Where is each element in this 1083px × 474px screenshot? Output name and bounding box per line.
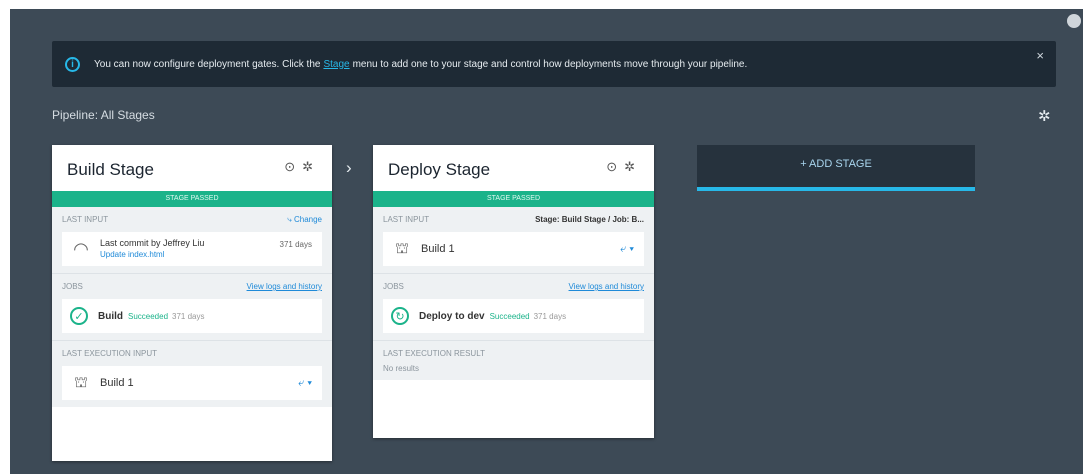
top-strip: [0, 0, 1083, 9]
deploy-stage-card: Deploy Stage ⊙✲ STAGE PASSED LAST INPUT …: [373, 145, 654, 438]
section-label: LAST INPUT: [62, 215, 109, 224]
commit-age: 371 days: [279, 240, 312, 249]
last-execution-section: LAST EXECUTION INPUT ⛫ Build 1 ⤶ ▾: [52, 341, 332, 407]
change-input-link[interactable]: ⤷ Change: [287, 215, 322, 225]
last-input-section: LAST INPUT Stage: Build Stage / Job: B..…: [373, 207, 654, 274]
commit-text: Last commit by Jeffrey Liu: [100, 238, 205, 248]
job-card[interactable]: ✓ Build Succeeded 371 days: [62, 299, 322, 333]
banner-text-before: You can now configure deployment gates. …: [94, 58, 321, 70]
commit-card[interactable]: ◠ Last commit by Jeffrey Liu Update inde…: [62, 232, 322, 266]
chevron-right-icon: ›: [346, 158, 352, 177]
build-card[interactable]: ⛫ Build 1 ⤶ ▾: [62, 366, 322, 400]
jobs-section: JOBS View logs and history ✓ Build Succe…: [52, 274, 332, 341]
job-age: 371 days: [533, 311, 567, 321]
stage-title: Deploy Stage: [388, 160, 491, 179]
job-card[interactable]: ↻ Deploy to dev Succeeded 371 days: [383, 299, 644, 333]
job-status: Succeeded: [489, 311, 530, 321]
stage-actions: ⊙✲: [606, 159, 642, 175]
gear-icon[interactable]: ✲: [1038, 107, 1051, 125]
github-icon: ◠: [73, 238, 89, 259]
no-results-text: No results: [383, 364, 420, 373]
stage-header: Deploy Stage ⊙✲: [373, 145, 654, 191]
deploy-success-icon: ↻: [391, 307, 409, 325]
stage-settings-icon[interactable]: ✲: [302, 159, 320, 174]
banner-stage-link[interactable]: Stage: [323, 59, 349, 70]
input-source: Stage: Build Stage / Job: B...: [535, 215, 644, 224]
build-icon: ⛫: [395, 239, 409, 257]
build-name: Build 1: [421, 243, 455, 255]
info-banner: i You can now configure deployment gates…: [52, 41, 1056, 87]
job-name: Build: [98, 310, 123, 322]
build-dropdown[interactable]: ⤶ ▾: [620, 243, 634, 256]
info-icon: i: [65, 56, 80, 72]
section-label: LAST EXECUTION RESULT: [383, 349, 485, 358]
stage-actions: ⊙✲: [284, 159, 320, 175]
pipeline-label: Pipeline: All Stages: [52, 108, 155, 122]
success-icon: ✓: [70, 307, 88, 325]
job-age: 371 days: [172, 311, 205, 321]
build-dropdown[interactable]: ⤶ ▾: [298, 377, 312, 390]
last-input-section: LAST INPUT ⤷ Change ◠ Last commit by Jef…: [52, 207, 332, 274]
stage-header: Build Stage ⊙✲: [52, 145, 332, 191]
help-icon[interactable]: [1067, 14, 1081, 28]
section-label: LAST EXECUTION INPUT: [62, 349, 157, 358]
stage-settings-icon[interactable]: ✲: [624, 159, 642, 174]
commit-message[interactable]: Update index.html: [100, 249, 204, 260]
left-edge: [0, 9, 10, 474]
stage-status-bar: STAGE PASSED: [373, 191, 654, 207]
build-icon: ⛫: [74, 373, 88, 391]
banner-text-after: menu to add one to your stage and contro…: [352, 58, 748, 70]
run-stage-icon[interactable]: ⊙: [284, 159, 302, 174]
jobs-section: JOBS View logs and history ↻ Deploy to d…: [373, 274, 654, 341]
job-status: Succeeded: [128, 311, 169, 321]
stage-status-bar: STAGE PASSED: [52, 191, 332, 207]
banner-close-button[interactable]: ×: [1036, 48, 1044, 63]
job-name: Deploy to dev: [419, 310, 485, 322]
build-name: Build 1: [100, 377, 134, 389]
build-card[interactable]: ⛫ Build 1 ⤶ ▾: [383, 232, 644, 266]
stage-title: Build Stage: [67, 160, 154, 179]
view-logs-link[interactable]: View logs and history: [247, 282, 322, 291]
build-stage-card: Build Stage ⊙✲ STAGE PASSED LAST INPUT ⤷…: [52, 145, 332, 461]
add-stage-button[interactable]: + ADD STAGE: [697, 145, 975, 191]
view-logs-link[interactable]: View logs and history: [569, 282, 644, 291]
last-execution-section: LAST EXECUTION RESULT No results: [373, 341, 654, 380]
run-stage-icon[interactable]: ⊙: [606, 159, 624, 174]
